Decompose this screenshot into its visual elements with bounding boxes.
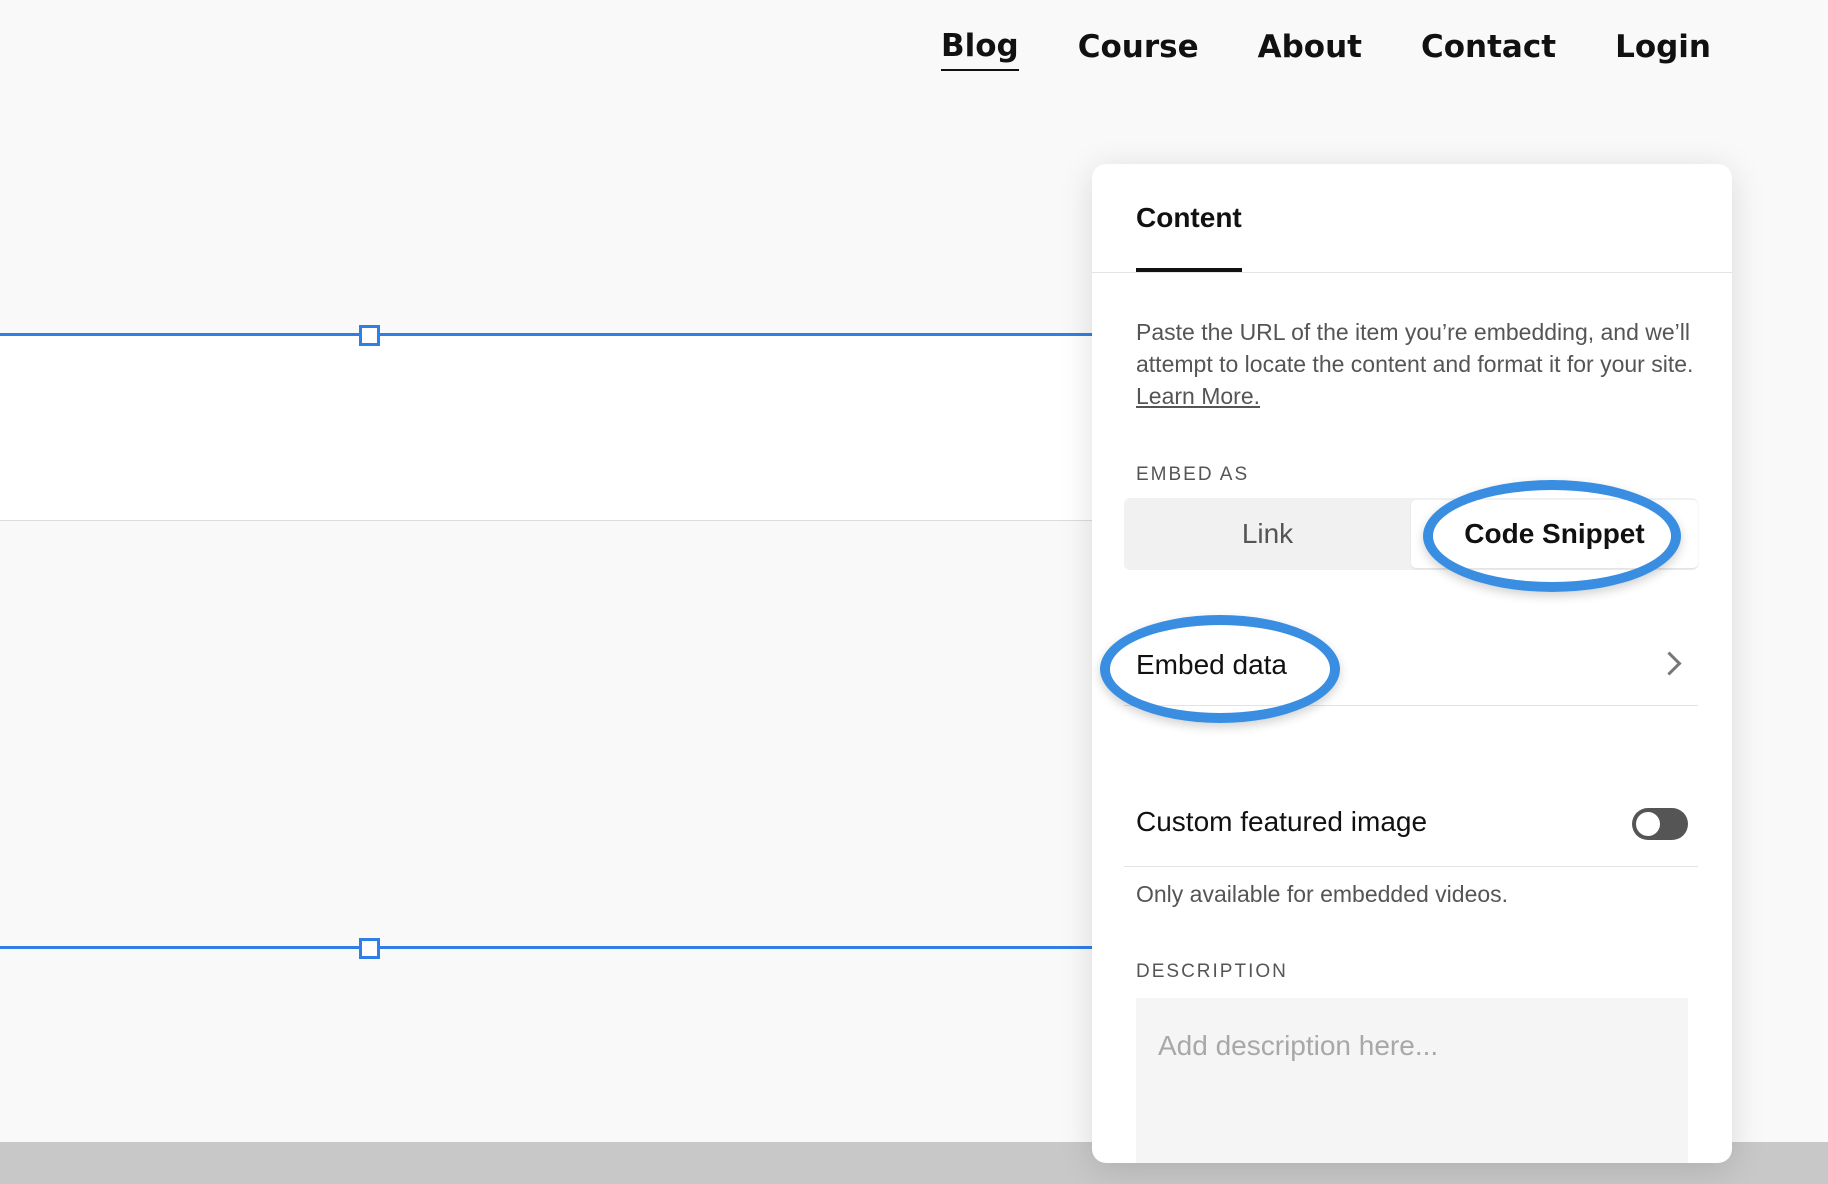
nav-blog[interactable]: Blog: [940, 28, 1019, 72]
embed-as-link-option[interactable]: Link: [1124, 498, 1411, 570]
nav-course[interactable]: Course: [1078, 29, 1199, 70]
embed-block[interactable]: [0, 335, 1092, 521]
learn-more-link[interactable]: Learn More.: [1136, 383, 1260, 409]
resize-handle-top[interactable]: [359, 325, 380, 346]
embed-as-code-snippet-option[interactable]: Code Snippet: [1411, 500, 1698, 568]
chevron-right-icon: [1657, 651, 1682, 676]
tab-content[interactable]: Content: [1136, 202, 1242, 272]
selection-top-edge: [0, 333, 1092, 336]
custom-image-helper: Only available for embedded videos.: [1136, 881, 1509, 907]
panel-intro: Paste the URL of the item you’re embeddi…: [1136, 316, 1696, 412]
embed-settings-panel: Content Paste the URL of the item you’re…: [1092, 164, 1732, 1163]
panel-intro-text: Paste the URL of the item you’re embeddi…: [1136, 319, 1694, 377]
embed-as-label: EMBED AS: [1136, 464, 1250, 485]
panel-tabs: Content: [1092, 164, 1732, 273]
custom-featured-image-label: Custom featured image: [1136, 806, 1428, 837]
description-placeholder: Add description here...: [1158, 1030, 1439, 1061]
custom-featured-image-row: Custom featured image: [1124, 782, 1698, 867]
resize-handle-bottom[interactable]: [359, 938, 380, 959]
custom-featured-image-toggle[interactable]: [1632, 808, 1688, 840]
nav-contact[interactable]: Contact: [1421, 29, 1556, 70]
site-nav: Blog Course About Contact Login: [940, 28, 1711, 72]
embed-data-row[interactable]: Embed data: [1124, 631, 1698, 706]
toggle-knob: [1636, 812, 1660, 836]
nav-about[interactable]: About: [1258, 29, 1362, 70]
embed-as-toggle: Link Code Snippet: [1124, 498, 1698, 570]
embed-data-label: Embed data: [1136, 649, 1287, 680]
description-input[interactable]: Add description here...: [1136, 998, 1688, 1163]
description-label: DESCRIPTION: [1136, 961, 1288, 982]
selection-bottom-edge: [0, 946, 1092, 949]
nav-login[interactable]: Login: [1615, 29, 1711, 70]
